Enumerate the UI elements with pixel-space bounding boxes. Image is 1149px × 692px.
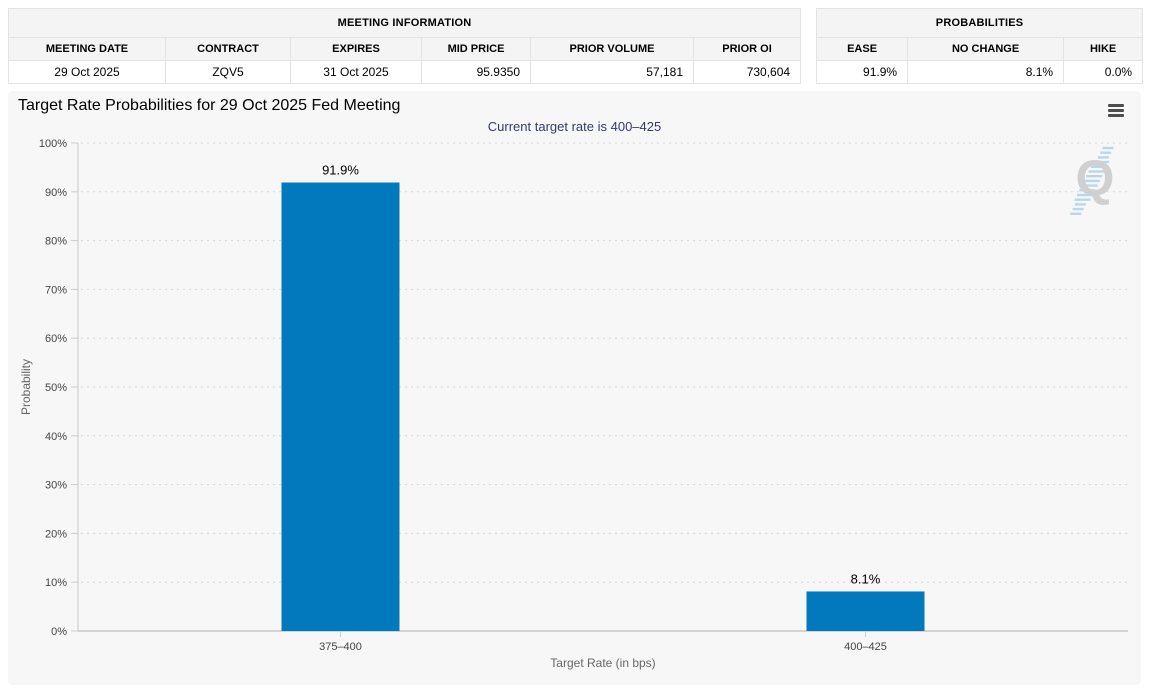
y-axis-tick-label: 90%	[45, 187, 67, 199]
probabilities-title: PROBABILITIES	[817, 9, 1143, 38]
fedwatch-page: MEETING INFORMATION MEETING DATE CONTRAC…	[0, 0, 1149, 692]
expires-value: 31 Oct 2025	[291, 61, 422, 84]
summary-tables: MEETING INFORMATION MEETING DATE CONTRAC…	[8, 8, 1141, 84]
y-axis-tick-label: 60%	[45, 333, 67, 345]
quikstrike-watermark-icon: Q	[1055, 143, 1125, 225]
meeting-information-table: MEETING INFORMATION MEETING DATE CONTRAC…	[8, 8, 801, 84]
col-prior-volume: PRIOR VOLUME	[531, 38, 694, 61]
y-axis-tick-label: 50%	[45, 382, 67, 394]
meeting-information-data-row: 29 Oct 2025 ZQV5 31 Oct 2025 95.9350 57,…	[9, 61, 801, 84]
col-contract: CONTRACT	[166, 38, 291, 61]
mid-price-value: 95.9350	[422, 61, 531, 84]
bar-value-label: 91.9%	[322, 163, 359, 178]
meeting-information-title: MEETING INFORMATION	[9, 9, 801, 38]
meeting-information-header-row: MEETING DATE CONTRACT EXPIRES MID PRICE …	[9, 38, 801, 61]
col-hike: HIKE	[1064, 38, 1143, 61]
bar-value-label: 8.1%	[851, 571, 881, 586]
prior-volume-value: 57,181	[531, 61, 694, 84]
hamburger-icon	[1108, 104, 1126, 117]
col-mid-price: MID PRICE	[422, 38, 531, 61]
chart-subtitle: Current target rate is 400–425	[8, 119, 1141, 134]
chart-context-menu-button[interactable]	[1106, 102, 1128, 122]
meeting-date-value: 29 Oct 2025	[9, 61, 166, 84]
y-axis-tick-label: 0%	[51, 626, 67, 638]
prior-oi-value: 730,604	[694, 61, 801, 84]
probabilities-data-row: 91.9% 8.1% 0.0%	[817, 61, 1143, 84]
y-axis-tick-label: 40%	[45, 431, 67, 443]
col-meeting-date: MEETING DATE	[9, 38, 166, 61]
y-axis-title: Probability	[19, 359, 33, 415]
y-axis-tick-label: 80%	[45, 236, 67, 248]
y-axis-tick-label: 10%	[45, 577, 67, 589]
col-no-change: NO CHANGE	[908, 38, 1064, 61]
probability-bar-chart: 0% 10% 20% 30% 40% 50% 60% 70% 80% 90% 100% 91.9% 37…	[8, 91, 1141, 685]
ease-value: 91.9%	[817, 61, 908, 84]
probabilities-table: PROBABILITIES EASE NO CHANGE HIKE 91.9% …	[816, 8, 1143, 84]
col-prior-oi: PRIOR OI	[694, 38, 801, 61]
contract-value: ZQV5	[166, 61, 291, 84]
y-axis-tick-label: 20%	[45, 528, 67, 540]
probabilities-header-row: EASE NO CHANGE HIKE	[817, 38, 1143, 61]
col-ease: EASE	[817, 38, 908, 61]
watermark-letter: Q	[1076, 150, 1115, 206]
x-axis-category-label: 375–400	[319, 641, 362, 653]
y-axis-tick-label: 70%	[45, 284, 67, 296]
chart-title: Target Rate Probabilities for 29 Oct 202…	[18, 97, 400, 115]
y-axis-tick-label: 100%	[39, 138, 67, 150]
chart-bar-375–400[interactable]	[282, 183, 400, 631]
no-change-value: 8.1%	[908, 61, 1064, 84]
hike-value: 0.0%	[1064, 61, 1143, 84]
chart-bar-400–425[interactable]	[807, 591, 925, 631]
y-axis-tick-label: 30%	[45, 480, 67, 492]
x-axis-title: Target Rate (in bps)	[550, 656, 655, 670]
x-axis-category-label: 400–425	[844, 641, 887, 653]
col-expires: EXPIRES	[291, 38, 422, 61]
chart-panel: 0% 10% 20% 30% 40% 50% 60% 70% 80% 90% 100% 91.9% 37…	[8, 91, 1141, 685]
